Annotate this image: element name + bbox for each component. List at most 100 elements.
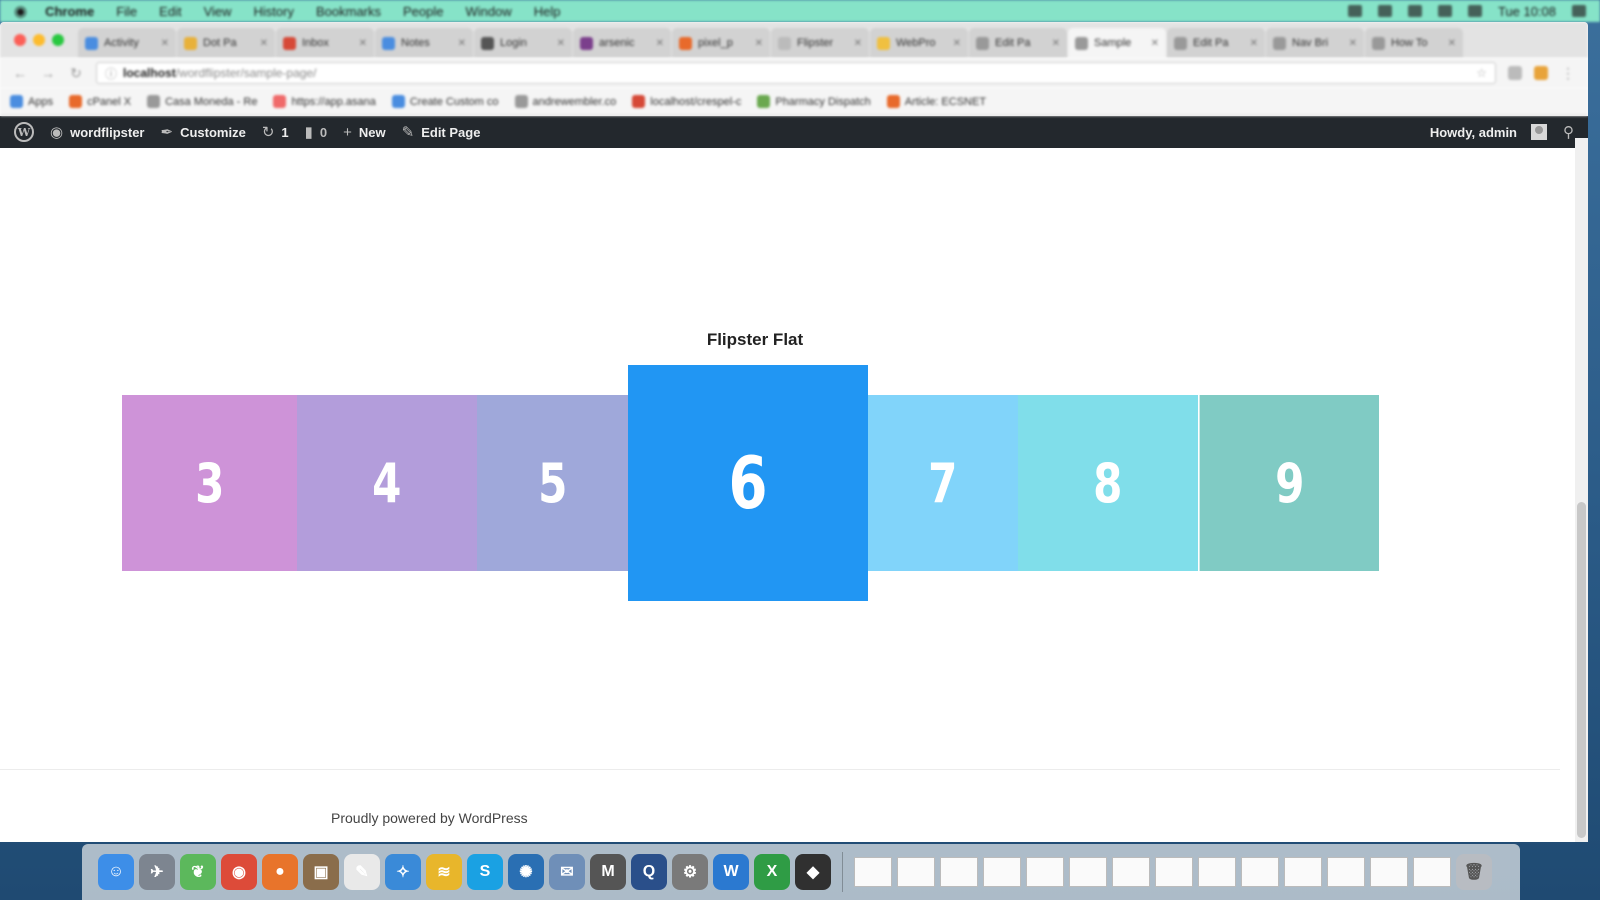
bookmark-item[interactable]: Apps bbox=[10, 95, 53, 108]
bookmark-item[interactable]: andrewembler.co bbox=[514, 95, 616, 108]
customize-button[interactable]: ✒ Customize bbox=[153, 116, 254, 148]
close-tab-icon[interactable]: ✕ bbox=[755, 38, 763, 49]
site-name-button[interactable]: ◉ wordflipster bbox=[42, 116, 153, 148]
bookmark-item[interactable]: Pharmacy Dispatch bbox=[757, 95, 871, 108]
maximize-window-icon[interactable] bbox=[52, 34, 64, 46]
menu-icon[interactable]: ⋮ bbox=[1560, 65, 1576, 82]
bookmark-item[interactable]: localhost/crespel-c bbox=[632, 95, 741, 108]
bookmark-star-icon[interactable]: ☆ bbox=[1476, 66, 1487, 80]
menubar-item[interactable]: Edit bbox=[159, 4, 181, 19]
browser-tab[interactable]: Edit Pa ✕ bbox=[969, 28, 1067, 58]
new-content-button[interactable]: + New bbox=[335, 116, 394, 148]
close-tab-icon[interactable]: ✕ bbox=[854, 38, 862, 49]
minimized-window-thumbnail[interactable] bbox=[1413, 857, 1451, 887]
minimized-window-thumbnail[interactable] bbox=[854, 857, 892, 887]
minimized-window-thumbnail[interactable] bbox=[1327, 857, 1365, 887]
minimized-window-thumbnail[interactable] bbox=[940, 857, 978, 887]
close-tab-icon[interactable]: ✕ bbox=[1151, 38, 1159, 49]
status-icon[interactable] bbox=[1377, 5, 1392, 17]
trash-icon[interactable]: 🗑 bbox=[1456, 854, 1492, 890]
updates-button[interactable]: ↻ 1 bbox=[254, 116, 297, 148]
browser-tab[interactable]: Flipster ✕ bbox=[771, 28, 869, 58]
close-window-icon[interactable] bbox=[14, 34, 26, 46]
browser-tab[interactable]: arsenic ✕ bbox=[573, 28, 671, 58]
edit-page-button[interactable]: ✎ Edit Page bbox=[394, 116, 489, 148]
close-tab-icon[interactable]: ✕ bbox=[1349, 38, 1357, 49]
extension-icon[interactable] bbox=[1508, 66, 1522, 80]
account-menu[interactable]: Howdy, admin bbox=[1422, 116, 1555, 148]
reload-icon[interactable]: ↻ bbox=[68, 65, 84, 82]
mamp-icon[interactable]: M bbox=[590, 854, 626, 890]
browser-tab[interactable]: Login ✕ bbox=[474, 28, 572, 58]
status-icon[interactable] bbox=[1437, 5, 1452, 17]
forward-icon[interactable]: → bbox=[40, 65, 56, 81]
minimized-window-thumbnail[interactable] bbox=[1370, 857, 1408, 887]
close-tab-icon[interactable]: ✕ bbox=[260, 38, 268, 49]
skype-icon[interactable]: S bbox=[467, 854, 503, 890]
browser-tab[interactable]: WebPro ✕ bbox=[870, 28, 968, 58]
browser-tab[interactable]: Activity ✕ bbox=[78, 28, 176, 58]
page-info-icon[interactable]: ⓘ bbox=[105, 65, 117, 82]
close-tab-icon[interactable]: ✕ bbox=[1448, 38, 1456, 49]
firefox-icon[interactable]: ● bbox=[262, 854, 298, 890]
status-icon[interactable] bbox=[1407, 5, 1422, 17]
minimized-window-thumbnail[interactable] bbox=[897, 857, 935, 887]
browser-tab[interactable]: Edit Pa ✕ bbox=[1167, 28, 1265, 58]
sequel-pro-icon[interactable]: ◆ bbox=[795, 854, 831, 890]
quicktime-icon[interactable]: Q bbox=[631, 854, 667, 890]
footer-credit-link[interactable]: Proudly powered by WordPress bbox=[331, 810, 528, 826]
menubar-item[interactable]: People bbox=[403, 4, 443, 19]
flipster-item[interactable]: 9 bbox=[1199, 395, 1379, 571]
flipster-item[interactable]: 4 bbox=[297, 395, 477, 571]
browser-tab[interactable]: Inbox ✕ bbox=[276, 28, 374, 58]
close-tab-icon[interactable]: ✕ bbox=[458, 38, 466, 49]
browser-tab[interactable]: Notes ✕ bbox=[375, 28, 473, 58]
minimized-window-thumbnail[interactable] bbox=[1284, 857, 1322, 887]
flipster-item[interactable]: 3 bbox=[122, 395, 297, 571]
minimized-window-thumbnail[interactable] bbox=[983, 857, 1021, 887]
minimized-window-thumbnail[interactable] bbox=[1198, 857, 1236, 887]
back-icon[interactable]: ← bbox=[12, 65, 28, 81]
minimized-window-thumbnail[interactable] bbox=[1155, 857, 1193, 887]
menubar-item[interactable]: History bbox=[254, 4, 294, 19]
system-preferences-icon[interactable]: ⚙ bbox=[672, 854, 708, 890]
browser-tab[interactable]: Sample ✕ bbox=[1068, 28, 1166, 58]
extension-icon[interactable] bbox=[1534, 66, 1548, 80]
word-icon[interactable]: W bbox=[713, 854, 749, 890]
minimized-window-thumbnail[interactable] bbox=[1112, 857, 1150, 887]
menubar-item[interactable]: Help bbox=[534, 4, 561, 19]
flipster-item[interactable]: 8 bbox=[1018, 395, 1198, 571]
menubar-item[interactable]: File bbox=[116, 4, 137, 19]
bookmark-item[interactable]: Create Custom co bbox=[391, 95, 499, 108]
sourcetree-icon[interactable]: ✺ bbox=[508, 854, 544, 890]
flipster-item-active[interactable]: 6 bbox=[628, 365, 868, 601]
close-tab-icon[interactable]: ✕ bbox=[359, 38, 367, 49]
minimized-window-thumbnail[interactable] bbox=[1241, 857, 1279, 887]
close-tab-icon[interactable]: ✕ bbox=[953, 38, 961, 49]
status-icon[interactable] bbox=[1347, 5, 1362, 17]
menubar-item[interactable]: Bookmarks bbox=[316, 4, 381, 19]
bookmark-item[interactable]: Article: ECSNET bbox=[886, 95, 986, 108]
comments-button[interactable]: ▮ 0 bbox=[297, 116, 336, 148]
close-tab-icon[interactable]: ✕ bbox=[656, 38, 664, 49]
menubar-clock[interactable]: Tue 10:08 bbox=[1498, 4, 1556, 19]
close-tab-icon[interactable]: ✕ bbox=[161, 38, 169, 49]
close-tab-icon[interactable]: ✕ bbox=[1052, 38, 1060, 49]
finder-icon[interactable]: ☺ bbox=[98, 854, 134, 890]
wifi-app-icon[interactable]: ≋ bbox=[426, 854, 462, 890]
preview-icon[interactable]: ▣ bbox=[303, 854, 339, 890]
excel-icon[interactable]: X bbox=[754, 854, 790, 890]
flipster-item[interactable]: 7 bbox=[868, 395, 1018, 571]
menubar-item[interactable]: Window bbox=[466, 4, 512, 19]
flipster-item[interactable]: 5 bbox=[477, 395, 628, 571]
browser-tab[interactable]: pixel_p ✕ bbox=[672, 28, 770, 58]
mail-app-icon[interactable]: ✉ bbox=[549, 854, 585, 890]
status-icon[interactable] bbox=[1467, 5, 1482, 17]
menubar-item[interactable]: View bbox=[204, 4, 232, 19]
bookmark-item[interactable]: Casa Moneda - Re bbox=[147, 95, 257, 108]
browser-tab[interactable]: How To ✕ bbox=[1365, 28, 1463, 58]
apple-icon[interactable]: ◉ bbox=[14, 2, 27, 20]
launchpad-icon[interactable]: ✈ bbox=[139, 854, 175, 890]
wp-logo-button[interactable]: W bbox=[6, 116, 42, 148]
scrollbar-thumb[interactable] bbox=[1577, 502, 1586, 838]
